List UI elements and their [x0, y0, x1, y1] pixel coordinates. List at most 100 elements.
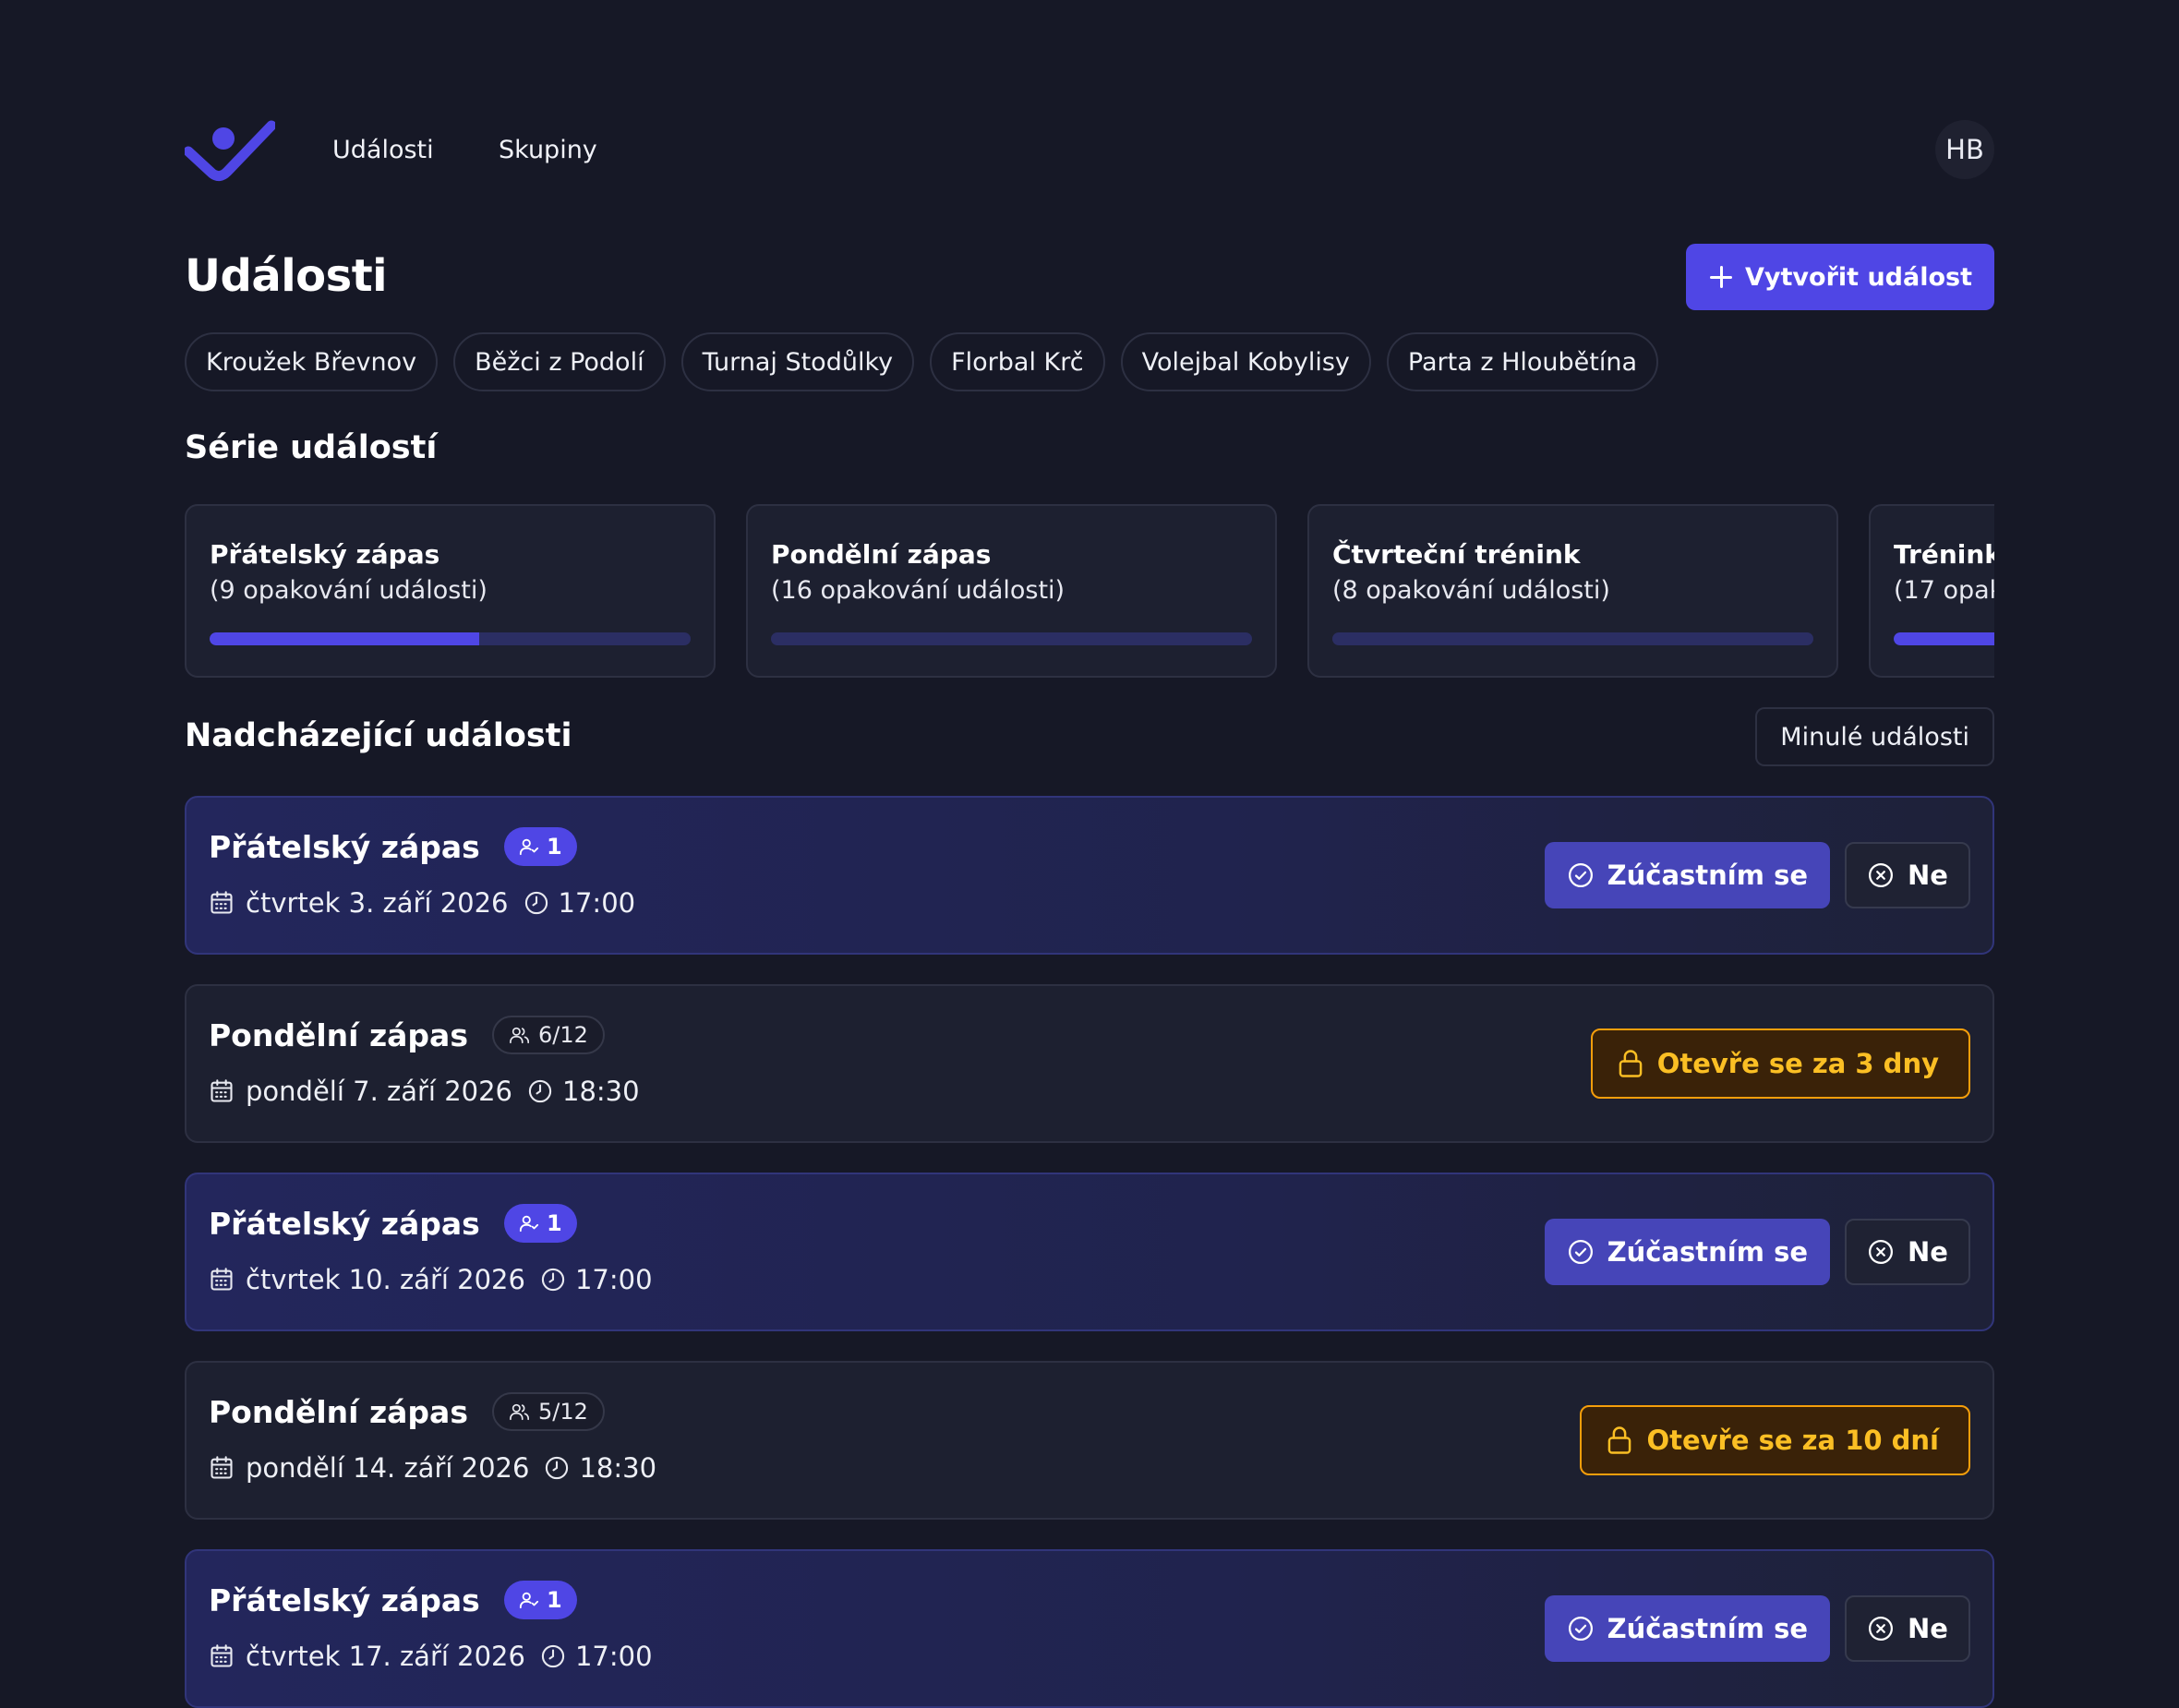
event-date: pondělí 7. září 2026	[246, 1076, 512, 1107]
series-progress-bar	[1894, 632, 1994, 645]
clock-icon	[528, 1079, 552, 1103]
event-name: Přátelský zápas	[209, 1582, 480, 1618]
series-name: Trénink	[1894, 539, 1994, 570]
opens-in-label: Otevře se za 10 dní	[1646, 1425, 1939, 1456]
event-name: Přátelský zápas	[209, 1206, 480, 1242]
series-progress-fill	[210, 632, 479, 645]
event-time: 17:00	[574, 1641, 653, 1672]
event-datetime: pondělí 14. září 2026 18:30	[209, 1451, 656, 1485]
event-date: pondělí 14. září 2026	[246, 1452, 530, 1484]
participants-badge: 1	[504, 827, 577, 866]
capacity-count: 6/12	[538, 1022, 588, 1048]
series-progress-bar	[1332, 632, 1813, 645]
event-datetime: čtvrtek 10. září 2026 17:00	[209, 1263, 653, 1296]
event-name: Pondělní zápas	[209, 1017, 468, 1053]
event-card[interactable]: Přátelský zápas 1 čtvrtek 17. září 2026 …	[185, 1549, 1994, 1708]
user-avatar[interactable]: HB	[1935, 120, 1994, 179]
group-filter-chips: Kroužek Břevnov Běžci z Podolí Turnaj St…	[185, 332, 1659, 391]
x-circle-icon	[1869, 1617, 1894, 1641]
event-name: Pondělní zápas	[209, 1394, 468, 1430]
series-occurrences: (8 opakování události)	[1332, 576, 1610, 605]
calendar-icon	[211, 1456, 233, 1479]
series-name: Čtvrteční trénink	[1332, 539, 1581, 570]
join-button[interactable]: Zúčastním se	[1544, 1219, 1830, 1285]
series-card[interactable]: Přátelský zápas (9 opakování události)	[185, 504, 716, 678]
top-nav: Události Skupiny HB	[185, 118, 1994, 183]
nav-link-events[interactable]: Události	[332, 135, 434, 166]
participants-count: 1	[547, 834, 562, 860]
user-check-icon	[519, 1215, 539, 1233]
series-progress-fill	[1894, 632, 1994, 645]
decline-label: Ne	[1908, 1236, 1948, 1268]
capacity-badge: 5/12	[492, 1392, 605, 1431]
participants-badge: 1	[504, 1581, 577, 1619]
series-card[interactable]: Trénink (17 opakování události)	[1869, 504, 1994, 678]
check-circle-icon	[1568, 1240, 1593, 1264]
check-circle-icon	[1568, 1617, 1593, 1641]
event-date: čtvrtek 3. září 2026	[246, 887, 509, 919]
lock-icon	[1619, 1050, 1642, 1077]
event-datetime: čtvrtek 17. září 2026 17:00	[209, 1640, 653, 1673]
join-label: Zúčastním se	[1607, 1236, 1808, 1268]
event-time: 18:30	[562, 1076, 640, 1107]
plus-icon	[1710, 266, 1733, 288]
event-card[interactable]: Pondělní zápas 6/12 pondělí 7. září 2026…	[185, 984, 1994, 1143]
join-button[interactable]: Zúčastním se	[1544, 842, 1830, 908]
check-person-logo-icon[interactable]	[185, 118, 275, 183]
lock-icon	[1608, 1426, 1631, 1454]
event-card[interactable]: Pondělní zápas 5/12 pondělí 14. září 202…	[185, 1361, 1994, 1520]
create-event-label: Vytvořit událost	[1745, 262, 1972, 292]
check-circle-icon	[1568, 863, 1593, 887]
event-time: 17:00	[558, 887, 636, 919]
group-chip[interactable]: Kroužek Břevnov	[185, 332, 439, 391]
series-name: Přátelský zápas	[210, 539, 440, 570]
registration-locked-button[interactable]: Otevře se za 3 dny	[1590, 1028, 1970, 1099]
x-circle-icon	[1869, 863, 1894, 887]
group-chip[interactable]: Florbal Krč	[930, 332, 1105, 391]
event-date: čtvrtek 17. září 2026	[246, 1641, 525, 1672]
calendar-icon	[211, 891, 233, 914]
users-icon	[510, 1403, 529, 1421]
user-check-icon	[519, 1592, 539, 1609]
participants-count: 1	[547, 1210, 562, 1236]
group-chip[interactable]: Volejbal Kobylisy	[1120, 332, 1371, 391]
create-event-button[interactable]: Vytvořit událost	[1686, 244, 1994, 310]
calendar-icon	[211, 1644, 233, 1667]
clock-icon	[546, 1456, 569, 1480]
decline-label: Ne	[1908, 860, 1948, 891]
x-circle-icon	[1869, 1240, 1894, 1264]
group-chip[interactable]: Běžci z Podolí	[453, 332, 666, 391]
series-occurrences: (9 opakování události)	[210, 576, 488, 605]
decline-button[interactable]: Ne	[1845, 1595, 1970, 1662]
past-events-button[interactable]: Minulé události	[1755, 707, 1994, 766]
calendar-icon	[211, 1268, 233, 1291]
event-date: čtvrtek 10. září 2026	[246, 1264, 525, 1295]
series-card[interactable]: Čtvrteční trénink (8 opakování události)	[1307, 504, 1838, 678]
decline-label: Ne	[1908, 1613, 1948, 1644]
series-name: Pondělní zápas	[771, 539, 992, 570]
decline-button[interactable]: Ne	[1845, 1219, 1970, 1285]
group-chip[interactable]: Turnaj Stodůlky	[680, 332, 915, 391]
event-card[interactable]: Přátelský zápas 1 čtvrtek 10. září 2026 …	[185, 1173, 1994, 1331]
user-check-icon	[519, 838, 539, 856]
series-card[interactable]: Pondělní zápas (16 opakování události)	[746, 504, 1277, 678]
series-progress-bar	[210, 632, 691, 645]
participants-count: 1	[547, 1587, 562, 1613]
event-card[interactable]: Přátelský zápas 1 čtvrtek 3. září 2026 1…	[185, 796, 1994, 955]
group-chip[interactable]: Parta z Hloubětína	[1386, 332, 1659, 391]
registration-locked-button[interactable]: Otevře se za 10 dní	[1580, 1405, 1970, 1475]
nav-link-groups[interactable]: Skupiny	[499, 135, 597, 166]
event-name: Přátelský zápas	[209, 829, 480, 865]
opens-in-label: Otevře se za 3 dny	[1656, 1048, 1939, 1079]
join-button[interactable]: Zúčastním se	[1544, 1595, 1830, 1662]
participants-badge: 1	[504, 1204, 577, 1243]
series-progress-bar	[771, 632, 1252, 645]
series-occurrences: (17 opakování události)	[1894, 576, 1994, 605]
series-carousel[interactable]: Přátelský zápas (9 opakování události) P…	[185, 504, 1994, 680]
clock-icon	[541, 1268, 565, 1292]
decline-button[interactable]: Ne	[1845, 842, 1970, 908]
event-time: 17:00	[574, 1264, 653, 1295]
join-label: Zúčastním se	[1607, 860, 1808, 891]
clock-icon	[524, 891, 548, 915]
page-title: Události	[185, 250, 388, 302]
